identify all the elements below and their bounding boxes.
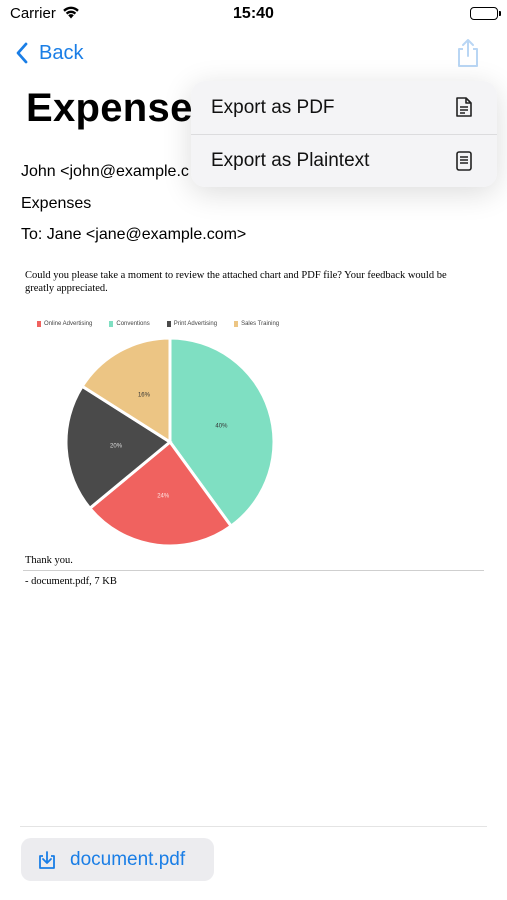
legend-swatch: [166, 321, 171, 327]
attachment-button-label: document.pdf: [70, 848, 186, 870]
pie-slice-label: 20%: [110, 443, 123, 449]
plaintext-document-icon: [455, 150, 473, 178]
attachment-button[interactable]: document.pdf: [21, 838, 214, 881]
download-icon: [39, 850, 55, 869]
export-menu: Export as PDF Export as Plaintext: [191, 81, 497, 187]
share-icon: [458, 39, 478, 67]
subject-line: Expenses: [21, 195, 92, 212]
legend-swatch: [109, 321, 114, 327]
email-message: Could you please take a moment to review…: [25, 270, 447, 294]
legend-label: Conventions: [116, 321, 150, 327]
back-button[interactable]: Back: [15, 38, 83, 68]
pie-slice-label: 16%: [138, 393, 151, 399]
pdf-document-icon: [455, 96, 473, 124]
legend-item: Sales Training: [234, 319, 279, 329]
chevron-left-icon: [16, 42, 28, 64]
menu-item-label: Export as PDF: [211, 96, 335, 118]
legend-item: Print Advertising: [166, 319, 218, 329]
menu-item-export-plaintext[interactable]: Export as Plaintext: [191, 134, 497, 187]
divider: [23, 570, 484, 571]
legend-swatch: [234, 321, 239, 327]
status-bar: Carrier 15:40: [0, 0, 507, 30]
legend-swatch: [37, 321, 41, 327]
pie-chart: 40% 24% 20% 16%: [64, 336, 276, 548]
legend-label: Online Advertising: [44, 321, 93, 327]
legend-label: Sales Training: [241, 321, 280, 327]
chart-legend: Online Advertising Conventions Print Adver…: [37, 319, 296, 329]
menu-item-export-pdf[interactable]: Export as PDF: [191, 81, 497, 134]
clock: 15:40: [233, 5, 274, 22]
divider: [20, 826, 487, 827]
back-label: Back: [39, 41, 84, 64]
legend-item: Conventions: [109, 319, 150, 329]
pie-slice-label: 24%: [157, 494, 170, 500]
battery-icon: [470, 7, 501, 20]
menu-item-label: Export as Plaintext: [211, 150, 370, 171]
legend-item: Online Advertising: [37, 319, 92, 329]
page-title: Expense: [26, 86, 193, 130]
closing-text: Thank you.: [25, 555, 73, 566]
pie-slice-label: 40%: [215, 423, 228, 429]
attachment-info: - document.pdf, 7 KB: [25, 576, 117, 587]
to-line: To: Jane <jane@example.com>: [21, 226, 247, 243]
legend-label: Print Advertising: [173, 321, 218, 327]
share-button[interactable]: [454, 38, 482, 73]
from-line: John <john@example.c: [21, 163, 189, 180]
